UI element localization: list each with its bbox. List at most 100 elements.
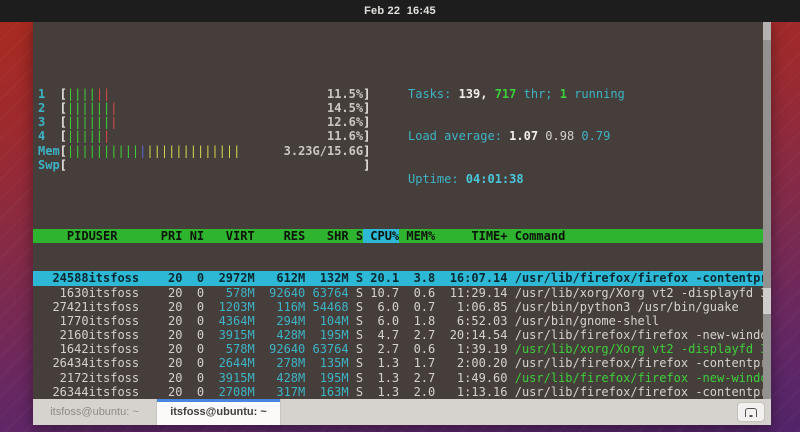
cell-cpu: 20.1: [363, 271, 399, 285]
cell-pid: 1630: [38, 286, 89, 300]
scrollbar-thumb-bottom[interactable]: [763, 288, 771, 314]
cell-mem: 0.7: [399, 300, 435, 314]
cell-pid: 24588: [38, 271, 89, 285]
meter-bracket: [: [60, 87, 67, 101]
cell-ni: 0: [182, 385, 204, 399]
clock: Feb 22 16:45: [364, 5, 436, 17]
column-header-pid[interactable]: PID: [38, 229, 89, 243]
cell-pri: 20: [154, 356, 183, 370]
cell-command: /usr/bin/python3 /usr/bin/guake: [508, 300, 764, 314]
meter-bar-segment: |: [110, 101, 117, 115]
cell-s: S: [349, 371, 363, 385]
cell-cpu: 6.0: [363, 300, 399, 314]
htop-pane[interactable]: 1[||||||11.5%]2[|||||||14.5%]3[|||||||12…: [33, 50, 763, 399]
column-header-cpu[interactable]: CPU%: [363, 229, 399, 243]
cell-virt: 578M: [204, 286, 255, 300]
cell-virt: 2972M: [204, 271, 255, 285]
column-header-ni[interactable]: NI: [182, 229, 204, 243]
meter-swp: Swp[0K/2.00G]: [33, 158, 763, 172]
column-header-mem[interactable]: MEM%: [399, 229, 435, 243]
cell-pid: 1642: [38, 342, 89, 356]
cell-cpu: 10.7: [363, 286, 399, 300]
column-header-shr[interactable]: SHR: [305, 229, 348, 243]
meter-bars: ||||||||||||||||||||||||3.23G/15.6G: [67, 144, 363, 158]
meter-bar-segment: |: [103, 129, 110, 143]
text-part: Uptime:: [408, 172, 466, 186]
cell-shr: 135M: [305, 356, 348, 370]
terminal-content[interactable]: 1[||||||11.5%]2[|||||||14.5%]3[|||||||12…: [33, 22, 763, 399]
meter-3: 3[|||||||12.6%]: [33, 115, 763, 129]
tab-bar: itsfoss@ubuntu: ~itsfoss@ubuntu: ~: [33, 399, 771, 425]
cell-user: itsfoss: [89, 371, 154, 385]
meter-label: Swp: [38, 158, 60, 172]
column-header-res[interactable]: RES: [255, 229, 306, 243]
cell-virt: 2708M: [204, 385, 255, 399]
cell-shr: 104M: [305, 314, 348, 328]
column-header-user[interactable]: USER: [89, 229, 154, 243]
column-header-s[interactable]: S: [349, 229, 363, 243]
process-row[interactable]: 1630itsfoss200578M9264063764S10.70.611:2…: [33, 286, 763, 300]
cell-shr: 195M: [305, 371, 348, 385]
cell-pri: 20: [154, 314, 183, 328]
cell-res: 428M: [255, 328, 306, 342]
process-row[interactable]: 26344itsfoss2002708M317M163MS1.32.01:13.…: [33, 385, 763, 399]
process-row[interactable]: 26434itsfoss2002644M278M135MS1.31.72:00.…: [33, 356, 763, 370]
column-header-pri[interactable]: PRI: [154, 229, 183, 243]
cell-time: 1:49.60: [435, 371, 507, 385]
meter-2: 2[|||||||14.5%]: [33, 101, 763, 115]
process-row[interactable]: 2172itsfoss2003915M428M195MS1.32.71:49.6…: [33, 371, 763, 385]
cell-s: S: [349, 314, 363, 328]
cell-ni: 0: [182, 300, 204, 314]
meter-value: 3.23G/15.6G: [284, 144, 363, 158]
cell-time: 11:29.14: [435, 286, 507, 300]
cell-command: /usr/lib/xorg/Xorg vt2 -displayfd 3 -aut…: [508, 286, 764, 300]
meter-bracket: ]: [363, 87, 370, 101]
meter-4: 4[||||||11.6%]: [33, 129, 763, 143]
text-part: 139,: [459, 87, 495, 101]
column-header-virt[interactable]: VIRT: [204, 229, 255, 243]
cell-user: itsfoss: [89, 314, 154, 328]
column-header-time[interactable]: TIME+: [435, 229, 507, 243]
tab-terminal-2[interactable]: itsfoss@ubuntu: ~: [157, 399, 281, 425]
process-row[interactable]: 24588itsfoss2002972M612M132MS20.13.816:0…: [33, 271, 763, 285]
cell-virt: 3915M: [204, 328, 255, 342]
meter-value: 11.6%: [327, 129, 363, 143]
cell-user: itsfoss: [89, 271, 154, 285]
tab-bar-button[interactable]: [737, 402, 765, 422]
scrollbar-thumb-top[interactable]: [763, 22, 771, 40]
meter-bar-segment: |||||: [67, 129, 103, 143]
cell-res: 278M: [255, 356, 306, 370]
cell-shr: 63764: [305, 286, 348, 300]
cell-user: itsfoss: [89, 328, 154, 342]
cell-pid: 1770: [38, 314, 89, 328]
process-row[interactable]: 1642itsfoss200578M9264063764S2.70.61:39.…: [33, 342, 763, 356]
process-row[interactable]: 1770itsfoss2004364M294M104MS6.01.86:52.0…: [33, 314, 763, 328]
meter-value: 14.5%: [327, 101, 363, 115]
process-row[interactable]: 27421itsfoss2001203M116M54468S6.00.71:06…: [33, 300, 763, 314]
cell-virt: 578M: [204, 342, 255, 356]
cell-user: itsfoss: [89, 300, 154, 314]
cell-ni: 0: [182, 271, 204, 285]
cell-s: S: [349, 271, 363, 285]
cell-res: 92640: [255, 286, 306, 300]
cell-user: itsfoss: [89, 356, 154, 370]
guake-terminal-window[interactable]: 1[||||||11.5%]2[|||||||14.5%]3[|||||||12…: [33, 22, 771, 425]
meter-bar-segment: |||||||||||||: [146, 144, 240, 158]
cell-command: /usr/lib/firefox/firefox -new-window: [508, 371, 764, 385]
cell-pri: 20: [154, 328, 183, 342]
cell-cpu: 2.7: [363, 342, 399, 356]
tab-terminal-1[interactable]: itsfoss@ubuntu: ~: [33, 399, 157, 425]
process-row[interactable]: 2160itsfoss2003915M428M195MS4.72.720:14.…: [33, 328, 763, 342]
cell-res: 294M: [255, 314, 306, 328]
cell-time: 2:00.20: [435, 356, 507, 370]
meter-bracket: [: [60, 144, 67, 158]
column-header-command[interactable]: Command: [508, 229, 764, 243]
cell-cpu: 6.0: [363, 314, 399, 328]
cell-shr: 195M: [305, 328, 348, 342]
cell-ni: 0: [182, 342, 204, 356]
cell-cpu: 1.3: [363, 356, 399, 370]
cell-shr: 163M: [305, 385, 348, 399]
process-table-header[interactable]: PIDUSERPRINIVIRTRESSHRSCPU%MEM%TIME+Comm…: [33, 229, 763, 243]
scrollbar[interactable]: [763, 22, 771, 399]
cell-pid: 26434: [38, 356, 89, 370]
